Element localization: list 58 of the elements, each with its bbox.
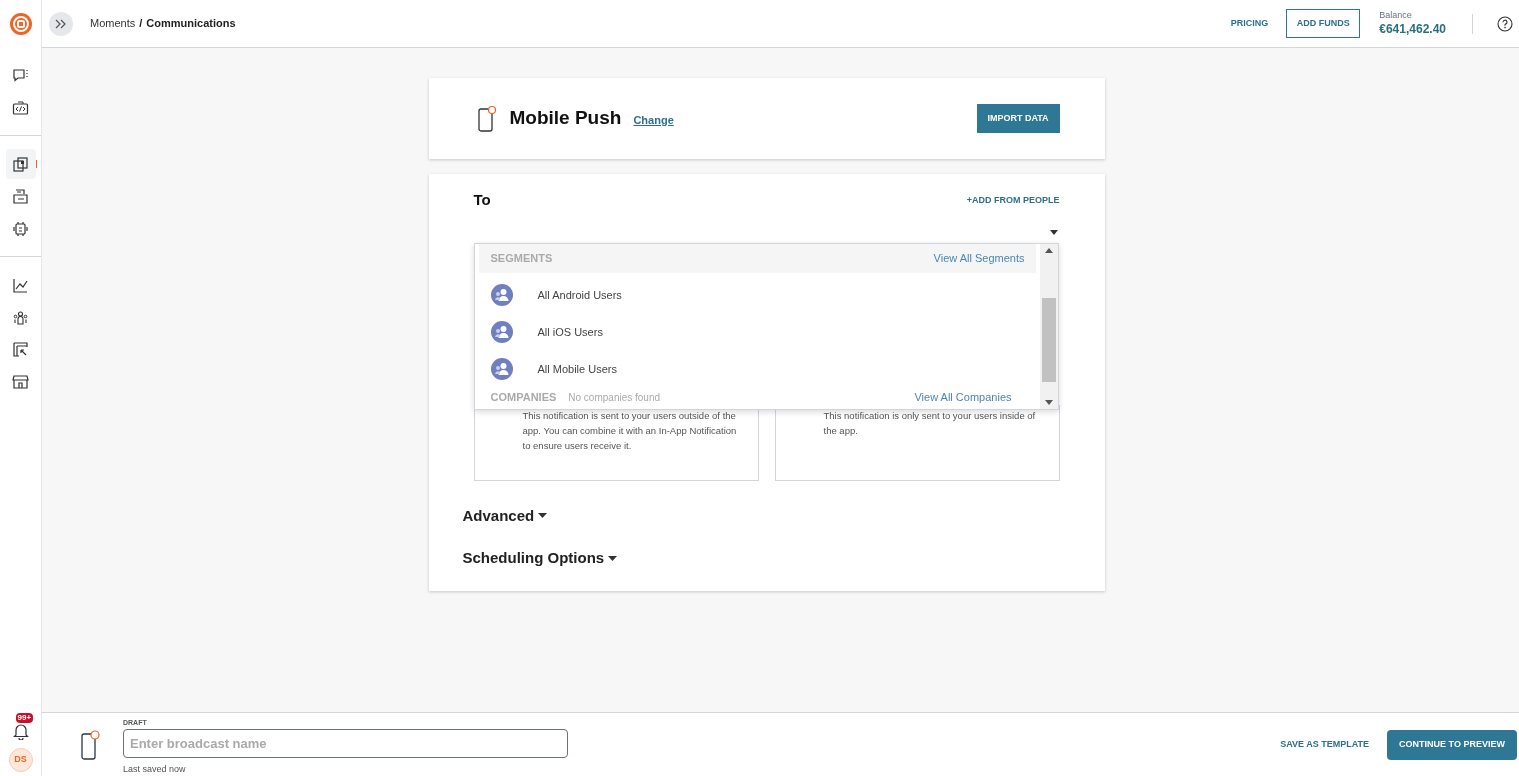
option-description: This notification is sent to your users outside of the app. You can combine it with an In-App Notification to ensure users receive it. [522,408,738,453]
save-as-template-button[interactable]: SAVE AS TEMPLATE [1280,737,1369,752]
breadcrumb-link[interactable]: Moments [90,15,136,32]
segment-name: All Android Users [537,287,622,303]
cursor-icon [12,340,29,358]
view-all-companies-link[interactable]: View All Companies [914,388,1012,406]
phone-icon [80,728,100,761]
group-icon [490,357,513,380]
segment-option[interactable]: All iOS Users [474,313,1040,351]
segment-option[interactable]: All Mobile Users [474,350,1040,388]
balance-amount: €641,462.40 [1379,21,1446,37]
bell-icon[interactable] [12,722,29,740]
double-chevron-icon [55,18,67,29]
add-from-people-link[interactable]: +ADD FROM PEOPLE [966,193,1060,207]
copy-icon [12,155,29,173]
balance-label: Balance [1379,10,1413,21]
caret-icon [538,513,548,519]
view-all-segments-link[interactable]: View All Segments [933,250,1025,267]
breadcrumb-current: Communications [146,16,236,32]
caret-icon[interactable] [1049,229,1058,235]
companies-heading: COMPANIES [490,389,557,405]
logo-icon[interactable] [8,11,33,36]
group-icon [490,283,513,306]
chat-icon [12,66,29,84]
add-funds-button[interactable]: ADD FUNDS [1286,9,1361,38]
inbox-icon [12,187,29,205]
scroll-down-icon[interactable] [1044,400,1053,405]
robot-icon [12,219,29,237]
segment-name: All Mobile Users [537,361,617,377]
group-icon [490,320,513,343]
section-toggle[interactable]: Advanced [462,504,548,527]
notification-badge: 99+ [15,713,34,723]
phone-icon [476,104,497,133]
code-icon [12,98,29,116]
people-icon [12,308,29,326]
to-label: To [473,190,491,210]
breadcrumb-separator: / [139,16,143,32]
option-description: This notification is only sent to your users inside of the app. [823,408,1037,438]
empty-message: No companies found [568,390,661,405]
continue-to-preview-button[interactable]: CONTINUE TO PREVIEW [1387,729,1517,760]
last-saved-text: Last saved now [123,763,187,776]
channel-title: Mobile Push [509,106,622,131]
segment-name: All iOS Users [537,324,603,340]
chart-icon [12,276,29,294]
nav-item[interactable] [5,149,36,179]
help-icon[interactable] [1497,15,1513,32]
scroll-up-icon[interactable] [1044,248,1053,253]
change-link[interactable]: Change [633,111,674,129]
segments-heading: SEGMENTS [490,251,553,267]
segment-option[interactable]: All Android Users [474,276,1040,314]
broadcast-name-field[interactable]: Enter broadcast name [123,729,568,759]
scroll-thumb[interactable] [1041,298,1056,382]
import-data-button[interactable]: IMPORT DATA [976,104,1060,133]
section-toggle[interactable]: Scheduling Options [462,547,618,570]
expand-button[interactable] [49,11,73,36]
pricing-link[interactable]: PRICING [1222,16,1277,31]
store-icon [12,372,29,390]
caret-icon [608,555,618,561]
